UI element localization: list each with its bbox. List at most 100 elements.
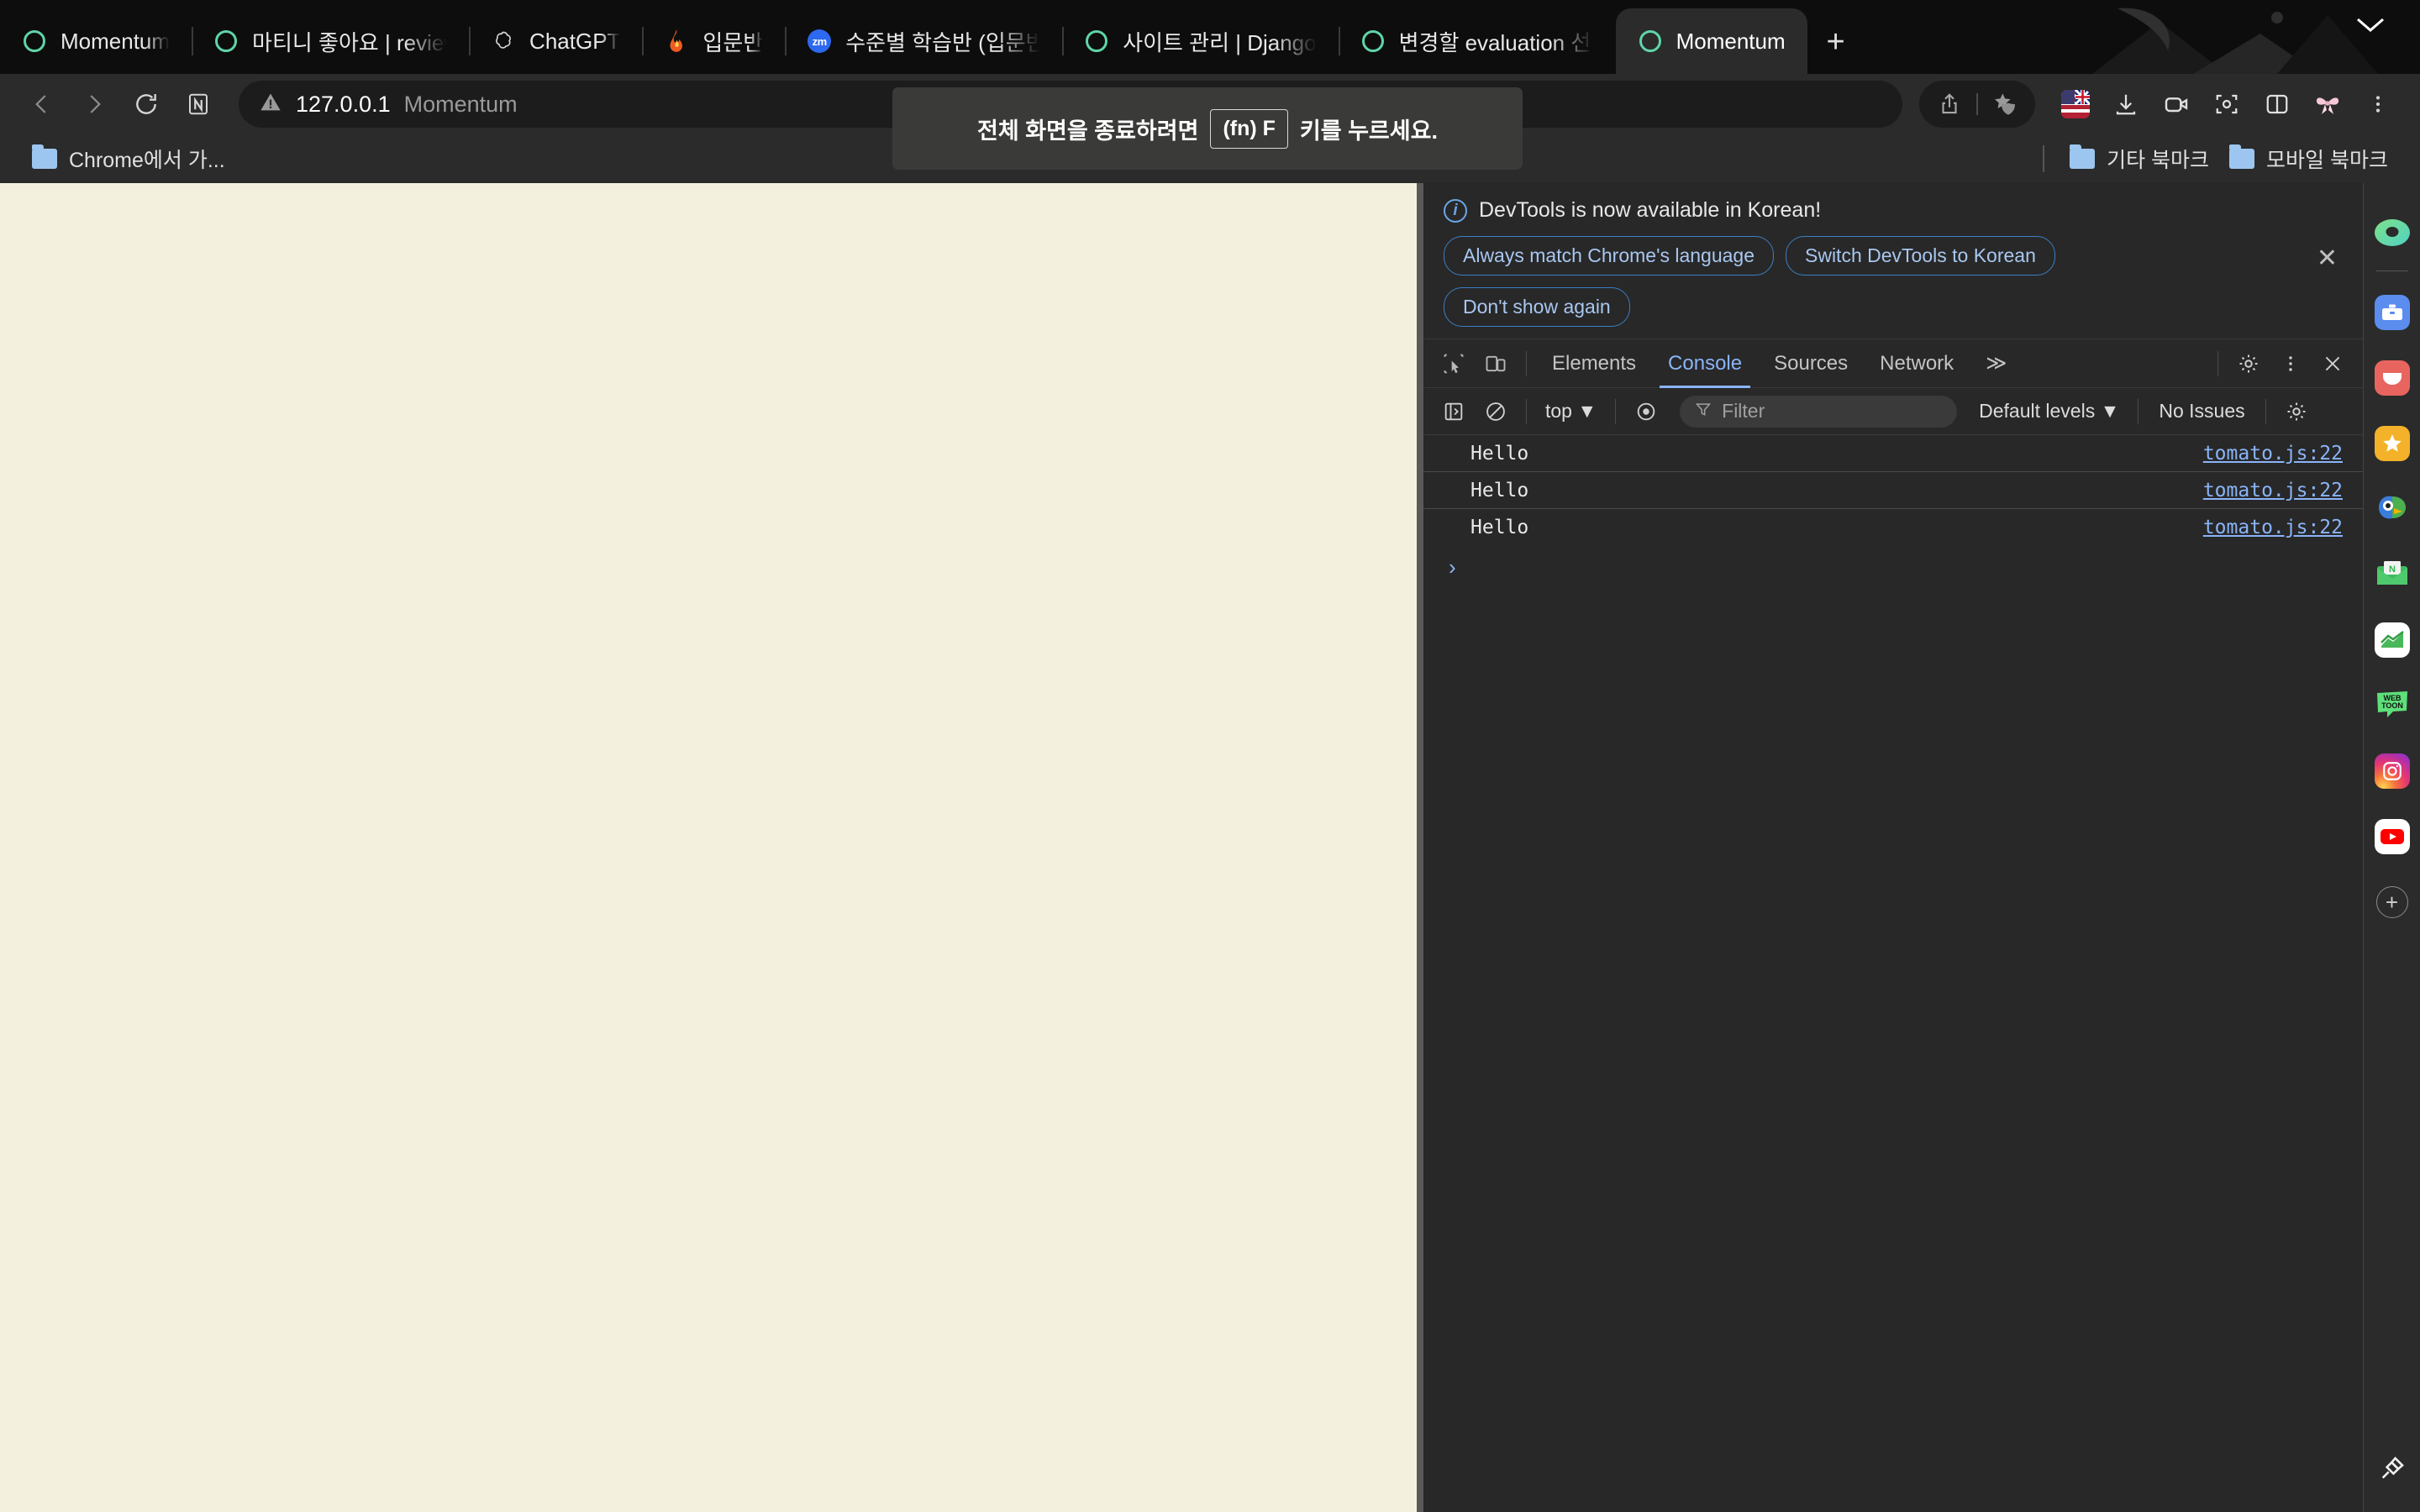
kebab-menu-icon[interactable] bbox=[2354, 81, 2402, 128]
zoom-icon-label: zm bbox=[808, 29, 832, 53]
youtube-icon bbox=[2374, 819, 2410, 854]
sidebar-pin-button[interactable] bbox=[2370, 1446, 2414, 1490]
tab-title: ChatGPT bbox=[529, 28, 621, 54]
split-view-icon[interactable] bbox=[2254, 81, 2301, 128]
browser-tab[interactable]: 마티니 좋아요 | review bbox=[192, 8, 469, 74]
toolbox-icon bbox=[2374, 295, 2410, 330]
toolbar-divider bbox=[2138, 398, 2139, 424]
sidebar-item-mail[interactable] bbox=[2370, 356, 2414, 400]
bookmark-folder-other[interactable]: 기타 북마크 bbox=[2060, 139, 2219, 178]
sidebar-item-add-shortcut[interactable]: + bbox=[2370, 880, 2414, 924]
banner-message: DevTools is now available in Korean! bbox=[1479, 198, 1822, 222]
browser-tab[interactable]: zm 수준별 학습반 (입문반) bbox=[785, 8, 1062, 74]
sidebar-item-webtoon[interactable]: WEB TOON bbox=[2370, 684, 2414, 727]
browser-tab[interactable]: 입문반 bbox=[642, 8, 785, 74]
devtools-splitter[interactable] bbox=[1417, 183, 1423, 1512]
folder-icon bbox=[2229, 144, 2255, 169]
tab-title: Momentum bbox=[1676, 28, 1786, 54]
back-arrow-icon[interactable] bbox=[18, 81, 66, 128]
tab-separator bbox=[192, 27, 194, 55]
live-expression-eye-icon[interactable] bbox=[1626, 391, 1666, 432]
share-icon[interactable] bbox=[1926, 81, 1973, 128]
device-toolbar-icon[interactable] bbox=[1476, 344, 1516, 384]
close-icon[interactable] bbox=[2312, 344, 2353, 384]
kebab-menu-icon[interactable] bbox=[2270, 344, 2311, 384]
star-shield-icon[interactable] bbox=[1981, 81, 2028, 128]
dont-show-again-button[interactable]: Don't show again bbox=[1444, 287, 1630, 327]
devtools-tabbar: Elements Console Sources Network ≫ bbox=[1423, 339, 2363, 388]
momentum-ring-icon bbox=[1360, 29, 1386, 54]
forward-arrow-icon[interactable] bbox=[71, 81, 118, 128]
always-match-language-button[interactable]: Always match Chrome's language bbox=[1444, 236, 1774, 276]
gear-icon[interactable] bbox=[2228, 344, 2269, 384]
browser-tab[interactable]: 사이트 관리 | Django bbox=[1062, 8, 1338, 74]
console-sidebar-icon[interactable] bbox=[1434, 391, 1474, 432]
screenshot-capture-icon[interactable] bbox=[2203, 81, 2250, 128]
browser-tab[interactable]: ChatGPT bbox=[469, 8, 642, 74]
sidebar-item-toolbox[interactable] bbox=[2370, 291, 2414, 334]
tab-elements[interactable]: Elements bbox=[1537, 339, 1651, 388]
zoom-icon: zm bbox=[807, 29, 832, 54]
execution-context-select[interactable]: top ▼ bbox=[1537, 400, 1605, 423]
log-source-link[interactable]: tomato.js:22 bbox=[2203, 517, 2343, 538]
sidebar-item-star[interactable] bbox=[2370, 422, 2414, 465]
naver-mail-icon: N bbox=[2375, 559, 2409, 591]
pink-ribbon-icon[interactable] bbox=[2304, 81, 2351, 128]
momentum-app-sidebar: N WEB TOON + bbox=[2363, 183, 2420, 1512]
not-secure-warning-icon[interactable] bbox=[259, 91, 282, 118]
sidebar-item-chart[interactable] bbox=[2370, 618, 2414, 662]
tab-title: 변경할 evaluation 선택 bbox=[1398, 29, 1594, 55]
plus-icon: + bbox=[2375, 886, 2408, 918]
log-message: Hello bbox=[1470, 442, 1529, 465]
sidebar-item-naver-mail[interactable]: N bbox=[2370, 553, 2414, 596]
download-icon[interactable] bbox=[2102, 81, 2149, 128]
toolbar-divider bbox=[1526, 398, 1527, 424]
tab-sources[interactable]: Sources bbox=[1759, 339, 1863, 388]
sidebar-item-bird[interactable] bbox=[2370, 487, 2414, 531]
reload-icon[interactable] bbox=[123, 81, 170, 128]
switch-devtools-korean-button[interactable]: Switch DevTools to Korean bbox=[1786, 236, 2055, 276]
bookmark-folder-chrome[interactable]: Chrome에서 가... bbox=[22, 139, 235, 178]
video-camera-icon[interactable] bbox=[2153, 81, 2200, 128]
fullscreen-toast-suffix: 키를 누르세요. bbox=[1299, 118, 1438, 144]
tab-title: 수준별 학습반 (입문반) bbox=[845, 29, 1041, 55]
clear-console-icon[interactable] bbox=[1476, 391, 1516, 432]
console-filter-input[interactable]: Filter bbox=[1680, 395, 1958, 428]
notion-icon[interactable] bbox=[175, 81, 222, 128]
bookmark-folder-mobile[interactable]: 모바일 북마크 bbox=[2219, 139, 2398, 178]
tab-strip: Momentum 마티니 좋아요 | review ChatGPT 입문반 zm bbox=[0, 0, 2420, 74]
us-uk-flag-icon[interactable] bbox=[2052, 81, 2099, 128]
chevron-down-icon: ▼ bbox=[2100, 400, 2120, 422]
pin-icon bbox=[2381, 1457, 2404, 1479]
console-log-list[interactable]: Hello tomato.js:22 Hello tomato.js:22 He… bbox=[1423, 435, 2363, 1512]
gear-icon[interactable] bbox=[2276, 391, 2317, 432]
sidebar-item-youtube[interactable] bbox=[2370, 815, 2414, 858]
tab-console[interactable]: Console bbox=[1653, 339, 1757, 388]
browser-tab[interactable]: Momentum bbox=[0, 8, 192, 74]
new-tab-button[interactable]: + bbox=[1807, 13, 1865, 71]
sidebar-item-instagram[interactable] bbox=[2370, 749, 2414, 793]
toolbar-divider bbox=[1976, 93, 1978, 115]
fullscreen-toast-prefix: 전체 화면을 종료하려면 bbox=[977, 118, 1199, 144]
chart-icon bbox=[2374, 622, 2410, 658]
tab-network[interactable]: Network bbox=[1865, 339, 1969, 388]
console-prompt[interactable]: › bbox=[1423, 546, 2363, 589]
close-icon[interactable]: ✕ bbox=[2317, 244, 2338, 273]
log-source-link[interactable]: tomato.js:22 bbox=[2203, 443, 2343, 465]
webtoon-icon: WEB TOON bbox=[2375, 690, 2410, 722]
browser-tab[interactable]: 변경할 evaluation 선택 bbox=[1338, 8, 1616, 74]
console-log-row[interactable]: Hello tomato.js:22 bbox=[1423, 509, 2363, 546]
inspect-element-icon[interactable] bbox=[1434, 344, 1474, 384]
fullscreen-exit-toast: 전체 화면을 종료하려면 (fn) F 키를 누르세요. bbox=[892, 87, 1523, 170]
console-log-row[interactable]: Hello tomato.js:22 bbox=[1423, 435, 2363, 472]
address-bar-page-title: Momentum bbox=[403, 91, 518, 117]
sidebar-item-momentum-logo[interactable] bbox=[2370, 211, 2414, 255]
more-tabs-button[interactable]: ≫ bbox=[1970, 339, 2022, 388]
prompt-caret-icon: › bbox=[1449, 554, 1456, 580]
console-log-row[interactable]: Hello tomato.js:22 bbox=[1423, 472, 2363, 509]
chevron-down-icon[interactable] bbox=[2353, 13, 2388, 39]
issues-status[interactable]: No Issues bbox=[2149, 400, 2254, 423]
browser-tab-active[interactable]: Momentum bbox=[1615, 8, 1807, 74]
log-levels-select[interactable]: Default levels ▼ bbox=[1970, 400, 2128, 423]
log-source-link[interactable]: tomato.js:22 bbox=[2203, 480, 2343, 501]
